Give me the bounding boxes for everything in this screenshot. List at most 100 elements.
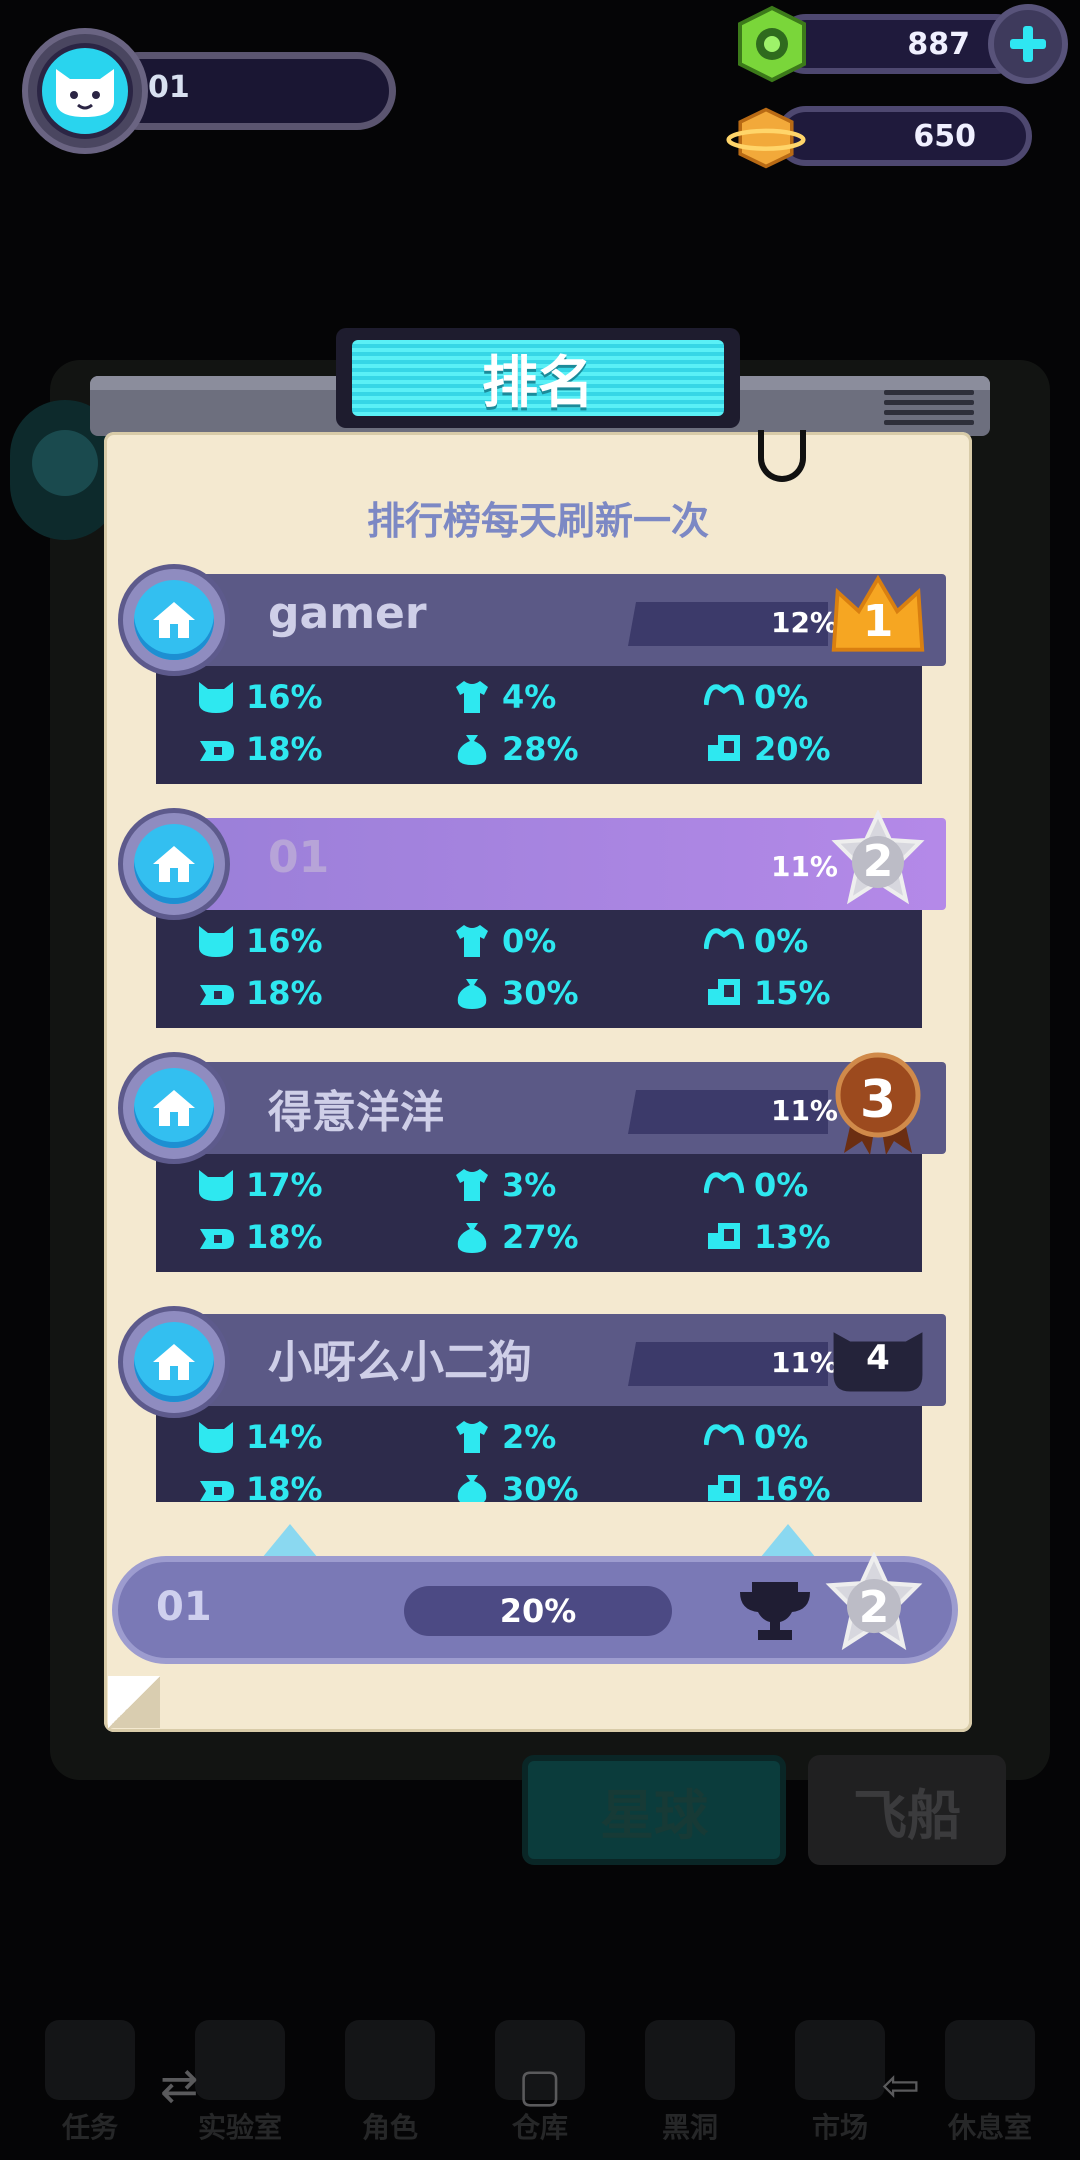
cat-icon <box>196 679 236 715</box>
mask-icon <box>703 1419 745 1455</box>
back-nav-icon[interactable]: ⇦ <box>882 2058 921 2112</box>
stat-value: 4% <box>502 678 557 716</box>
my-rank-silver-star-icon: 2 <box>822 1552 926 1656</box>
stat-shirt: 4% <box>452 678 556 716</box>
cart-icon <box>704 975 744 1011</box>
scroll-up-arrow-icon[interactable] <box>760 1524 816 1558</box>
home-badge[interactable] <box>118 1306 230 1418</box>
stat-cart: 16% <box>704 1470 831 1502</box>
home-badge[interactable] <box>118 564 230 676</box>
stat-value: 0% <box>502 922 557 960</box>
stat-bag: 27% <box>452 1218 579 1256</box>
cat-icon <box>196 1167 236 1203</box>
stat-cart: 20% <box>704 730 831 768</box>
spaceship-icon <box>196 1219 236 1255</box>
tab-label: 角色 <box>361 2111 418 2144</box>
stat-cat: 16% <box>196 922 323 960</box>
cat-avatar-icon <box>56 69 114 117</box>
money-bag-icon <box>452 975 492 1011</box>
stat-value: 30% <box>502 1470 579 1502</box>
plus-icon <box>1010 26 1046 62</box>
stat-bag: 28% <box>452 730 579 768</box>
planet-tab-button[interactable]: 星球 <box>522 1755 786 1865</box>
stat-mask: 0% <box>703 922 808 960</box>
panel-subtitle: 排行榜每天刷新一次 <box>366 499 709 543</box>
stat-value: 18% <box>246 1218 323 1256</box>
home-badge-inner <box>134 1068 214 1148</box>
stat-box: 16% 0% 0% 18% 30% 15% <box>156 910 922 1028</box>
tab-label: 休息室 <box>947 2111 1032 2144</box>
player-name: 得意洋洋 <box>268 1087 444 1138</box>
money-bag-icon <box>452 1219 492 1255</box>
cart-icon <box>704 1471 744 1502</box>
stat-mask: 0% <box>703 1166 809 1204</box>
rank-entry-1[interactable]: gamer 12% 16% 4% 0% 18% 28% 20% 1 <box>118 564 948 798</box>
tab-label: 实验室 <box>197 2111 282 2144</box>
tab-label: 仓库 <box>511 2111 568 2144</box>
stat-cat: 16% <box>196 678 323 716</box>
stat-value: 27% <box>502 1218 579 1256</box>
home-icon <box>153 1090 195 1126</box>
scroll-up-arrow-icon[interactable] <box>262 1524 318 1558</box>
player-name: 01 <box>148 70 190 105</box>
stat-shirt: 3% <box>452 1166 556 1204</box>
stat-cat: 17% <box>196 1166 323 1204</box>
home-nav-icon[interactable]: ▢ <box>518 2058 561 2112</box>
home-icon <box>153 1344 195 1380</box>
cart-icon <box>704 731 744 767</box>
stat-value: 14% <box>246 1418 323 1456</box>
money-bag-icon <box>452 1471 492 1502</box>
add-gems-button[interactable] <box>988 4 1068 84</box>
stat-cat: 14% <box>196 1418 323 1456</box>
player-name: 小呀么小二狗 <box>268 1337 532 1388</box>
stat-value: 2% <box>502 1418 557 1456</box>
avatar[interactable] <box>37 43 133 139</box>
money-bag-icon <box>452 731 492 767</box>
stat-value: 0% <box>754 678 809 716</box>
cart-icon <box>704 1219 744 1255</box>
bronze-ribbon-icon: 3 <box>828 1052 928 1155</box>
spaceship-icon <box>196 731 236 767</box>
rank-entry-2[interactable]: 01 11% 16% 0% 0% 18% 30% 15% 2 <box>118 808 948 1042</box>
total-percent: 11% <box>770 850 838 883</box>
stat-value: 16% <box>246 922 323 960</box>
stat-ship: 18% <box>196 1218 323 1256</box>
rank-number: 4 <box>866 1338 890 1378</box>
home-badge-inner <box>134 1322 214 1402</box>
stat-bag: 30% <box>452 974 579 1012</box>
rank-number: 3 <box>859 1070 897 1130</box>
spaceship-icon <box>196 1471 236 1502</box>
home-badge-inner <box>134 580 214 660</box>
stat-ship: 18% <box>196 974 323 1012</box>
planet-coin-icon <box>726 107 806 169</box>
rank-entry-4[interactable]: 小呀么小二狗 11% 14% 2% 0% 18% 30% 16% 4 <box>118 1306 948 1502</box>
gem-amount: 887 <box>907 26 970 62</box>
stat-bag: 30% <box>452 1470 579 1502</box>
home-badge[interactable] <box>118 1052 230 1164</box>
stat-value: 15% <box>754 974 831 1012</box>
rank-entry-3[interactable]: 得意洋洋 11% 17% 3% 0% 18% 27% 13% 3 <box>118 1052 948 1286</box>
stat-box: 14% 2% 0% 18% 30% 16% <box>156 1406 922 1502</box>
ship-tab-button[interactable]: 飞船 <box>808 1755 1006 1865</box>
stat-value: 0% <box>754 1166 809 1204</box>
stat-box: 16% 4% 0% 18% 28% 20% <box>156 666 922 784</box>
stat-shirt: 0% <box>452 922 556 960</box>
coin-amount: 650 <box>913 118 976 154</box>
trophy-icon <box>740 1582 810 1640</box>
shirt-icon <box>452 679 492 715</box>
stat-value: 18% <box>246 1470 323 1502</box>
stat-cart: 13% <box>704 1218 831 1256</box>
stat-mask: 0% <box>703 678 809 716</box>
total-percent: 11% <box>770 1346 838 1379</box>
recent-apps-icon[interactable]: ⇄ <box>160 2058 199 2112</box>
home-badge[interactable] <box>118 808 230 920</box>
stat-value: 13% <box>754 1218 831 1256</box>
player-name: gamer <box>268 588 427 639</box>
stat-ship: 18% <box>196 730 323 768</box>
stat-shirt: 2% <box>452 1418 556 1456</box>
player-name: 01 <box>268 832 330 883</box>
stat-value: 0% <box>754 1418 809 1456</box>
home-icon <box>153 846 195 882</box>
gold-crown-icon: 1 <box>828 566 928 666</box>
home-badge-inner <box>134 824 214 904</box>
